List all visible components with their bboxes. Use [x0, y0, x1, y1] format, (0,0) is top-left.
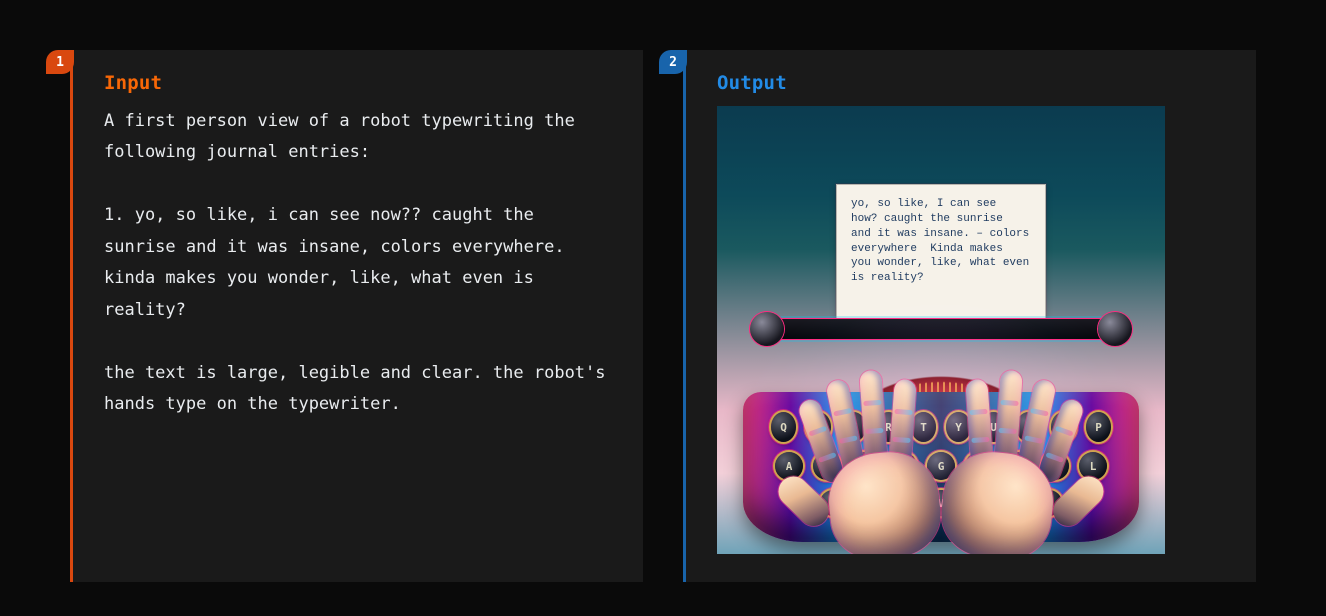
typewriter-paper: yo, so like, I can see how? caught the s…	[836, 184, 1046, 322]
output-title: Output	[717, 72, 1226, 94]
input-accent-bar	[70, 50, 73, 582]
cards-row: 1 Input A first person view of a robot t…	[0, 0, 1326, 582]
output-accent-bar	[683, 50, 686, 582]
input-title: Input	[104, 72, 613, 94]
typewriter-paper-text: yo, so like, I can see how? caught the s…	[851, 197, 1031, 286]
output-step-badge: 2	[659, 50, 687, 74]
output-card: 2 Output yo, so like, I can see how? cau…	[683, 50, 1256, 582]
generated-image: yo, so like, I can see how? caught the s…	[717, 106, 1165, 554]
input-step-badge: 1	[46, 50, 74, 74]
input-card: 1 Input A first person view of a robot t…	[70, 50, 643, 582]
robot-hand-right	[908, 360, 1097, 554]
input-prompt-text: A first person view of a robot typewriti…	[104, 106, 613, 420]
